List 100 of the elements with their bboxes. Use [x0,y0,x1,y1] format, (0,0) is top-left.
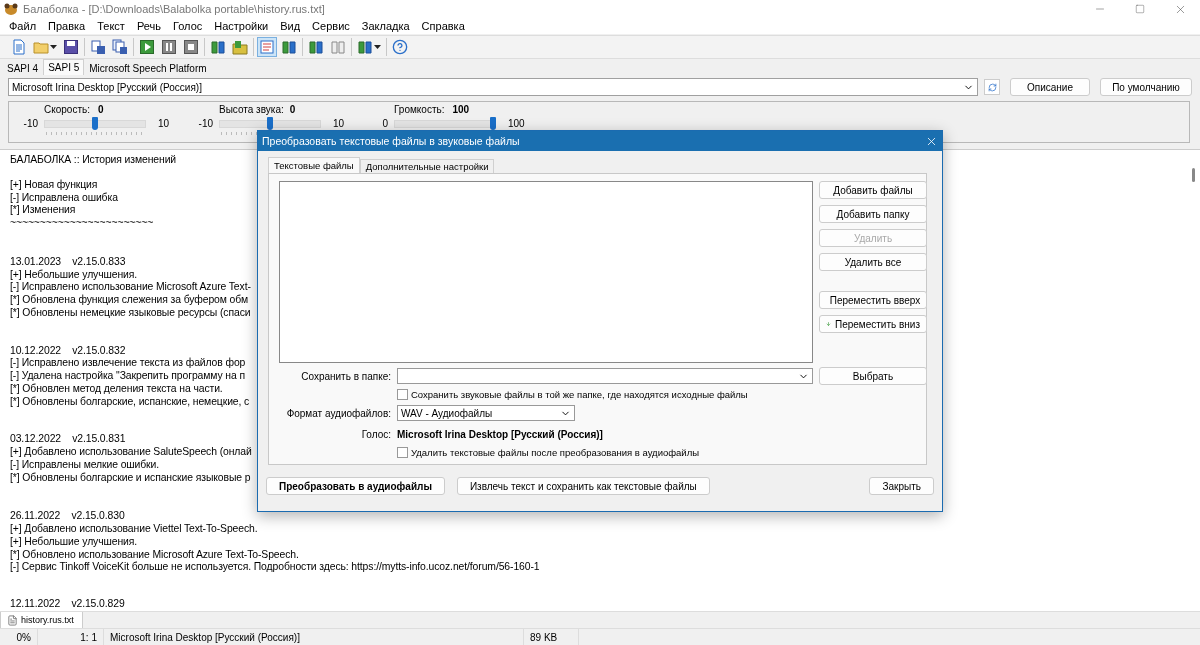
engine-tab[interactable]: SAPI 4 [2,61,44,75]
menu-item[interactable]: Справка [415,20,471,32]
slider-thumb[interactable] [490,117,496,130]
status-cell: 0% [0,629,38,645]
menu-item[interactable]: Закладка [355,20,416,32]
app-logo-icon [4,3,18,15]
toolbar-button[interactable] [88,37,108,57]
folder-icon [232,39,248,55]
text-line: [+] Новая функция [10,178,98,192]
text-line: [*] Обновлен метод деления текста на части. [10,382,223,396]
help-icon [392,39,408,55]
slider-min-label: -10 [22,117,39,131]
text-line: [+] Небольшие улучшения. [10,535,138,549]
text-line: ~~~~~~~~~~~~~~~~~~~~~~~~ [10,217,154,230]
pause-icon [161,39,177,55]
play-icon [139,39,155,55]
status-cell: 89 KB [524,629,579,645]
slider-value: 0 [97,104,104,115]
field-label: Голос: [361,427,391,442]
slider-max-label: 10 [332,117,346,131]
file-button[interactable]: Добавить файлы [819,181,927,199]
export-icon [90,39,106,55]
checkbox[interactable] [397,388,408,400]
menu-item[interactable]: Голос [167,20,209,32]
book-icon [210,39,226,55]
text-line: 10.12.2022 v2.15.0.832 [10,344,126,358]
description-button[interactable]: Описание [1010,78,1090,96]
slider-label: Высота звука: [219,103,284,116]
window-title: Балаболка - [D:\Downloads\Balabolka portable\history.rus.txt] [23,3,326,15]
file-button[interactable]: Удалить все [819,253,927,271]
refresh-icon [987,82,997,92]
slider-min-label: 0 [381,117,389,131]
default-button[interactable]: По умолчанию [1100,78,1192,96]
toolbar-button[interactable] [137,37,157,57]
document-tab[interactable]: history.rus.txt [0,612,83,628]
menu-item[interactable]: Файл [3,20,43,32]
file-button[interactable]: Переместить вверх [819,291,927,309]
book-icon [357,39,373,55]
field-label: Формат аудиофайлов: [286,406,391,421]
document-icon [11,39,27,55]
text-line: [*] Изменения [10,204,76,217]
slider-label: Скорость: [44,103,90,116]
text-line: 26.11.2022 v2.15.0.830 [10,510,125,523]
text-line: [-] Исправлены мелкие ошибки. [10,458,160,472]
slider-min-label: -10 [197,117,214,131]
engine-tab[interactable]: Microsoft Speech Platform [84,61,212,75]
dialog-tab[interactable]: Текстовые файлы [268,157,360,173]
slider-value: 100 [452,104,470,115]
status-cell: Microsoft Irina Desktop [Русский (Россия)] [104,629,524,645]
status-cell: 1: 1 [38,629,104,645]
dialog-button[interactable]: Извлечь текст и сохранить как текстовые файлы [456,477,710,495]
dialog-tab[interactable]: Дополнительные настройки [359,159,495,173]
text-line: [+] Добавлено использование SaluteSpeech (онлай [10,446,252,459]
notepad-icon [259,39,275,55]
checkbox-label: Сохранить звуковые файлы в той же папке, где находятся исходные файлы [411,388,748,400]
text-line: [-] Удалена настройка "Закрепить программу на п [10,370,245,383]
menu-item[interactable]: Правка [42,20,92,32]
engine-tab[interactable]: SAPI 5 [43,59,85,75]
checkbox[interactable] [397,446,408,458]
text-line: [-] Сервис Tinkoff VoiceKit больше не используется. Подробности здесь: https://mytts-info.ucoz.net/forum/56-160-1 [10,561,540,574]
toolbar-button[interactable] [110,37,130,57]
folder-icon [33,39,49,55]
arrow-down-icon [826,319,831,329]
slider-thumb[interactable] [267,117,273,130]
dialog-button[interactable]: Закрыть [869,477,934,495]
toolbar-button[interactable] [159,37,179,57]
text-line: [-] Исправлена ошибка [10,191,118,205]
dialog-button[interactable]: Преобразовать в аудиофайлы [266,477,445,495]
text-line: [*] Обновлены немецкие языковые ресурсы (спаси [10,306,251,320]
toolbar-button[interactable] [181,37,201,57]
slider-thumb[interactable] [92,117,98,130]
file-button[interactable]: Добавить папку [819,205,927,223]
refresh-button[interactable] [984,79,1000,95]
folder-combo[interactable] [397,368,813,384]
slider-value: 0 [289,104,296,115]
dialog-title: Преобразовать текстовые файлы в звуковые файлы [262,135,520,147]
text-line: [*] Обновлено использование Microsoft Azure Text-To-Speech. [10,548,299,561]
browse-button[interactable]: Выбрать [819,367,927,385]
menu-item[interactable]: Настройки [208,20,275,32]
voice-select[interactable]: Microsoft Irina Desktop [Русский (Россия)] [8,78,978,96]
text-line: 03.12.2022 v2.15.0.831 [10,433,126,446]
menu-item[interactable]: Текст [91,20,131,32]
text-line: БАЛАБОЛКА :: История изменений [10,154,177,167]
file-button[interactable]: Переместить вниз [819,315,927,333]
toolbar-button[interactable] [61,37,81,57]
field-label: Сохранить в папке: [301,369,391,384]
format-combo[interactable]: WAV - Аудиофайлы [397,405,575,421]
text-line: [+] Добавлено использование Viettel Text-To-Speech. [10,523,258,536]
menu-item[interactable]: Сервис [306,20,356,32]
text-line: [-] Исправлено использование Microsoft Azure Text- [10,281,251,294]
slider-track[interactable] [44,116,146,138]
menu-item[interactable]: Речь [130,20,167,32]
menu-item[interactable]: Вид [274,20,307,32]
slider-label: Громкость: [394,103,445,116]
voice-name: Microsoft Irina Desktop [Русский (Россия)] [397,428,603,440]
text-line: [*] Обновлены болгарские и испанские языковые р [10,471,251,485]
slider-max-label: 10 [157,117,171,131]
export-icon [112,39,128,55]
checkbox-label: Удалить текстовые файлы после преобразования в аудиофайлы [411,446,700,458]
text-line: 12.11.2022 v2.15.0.829 [10,598,125,611]
